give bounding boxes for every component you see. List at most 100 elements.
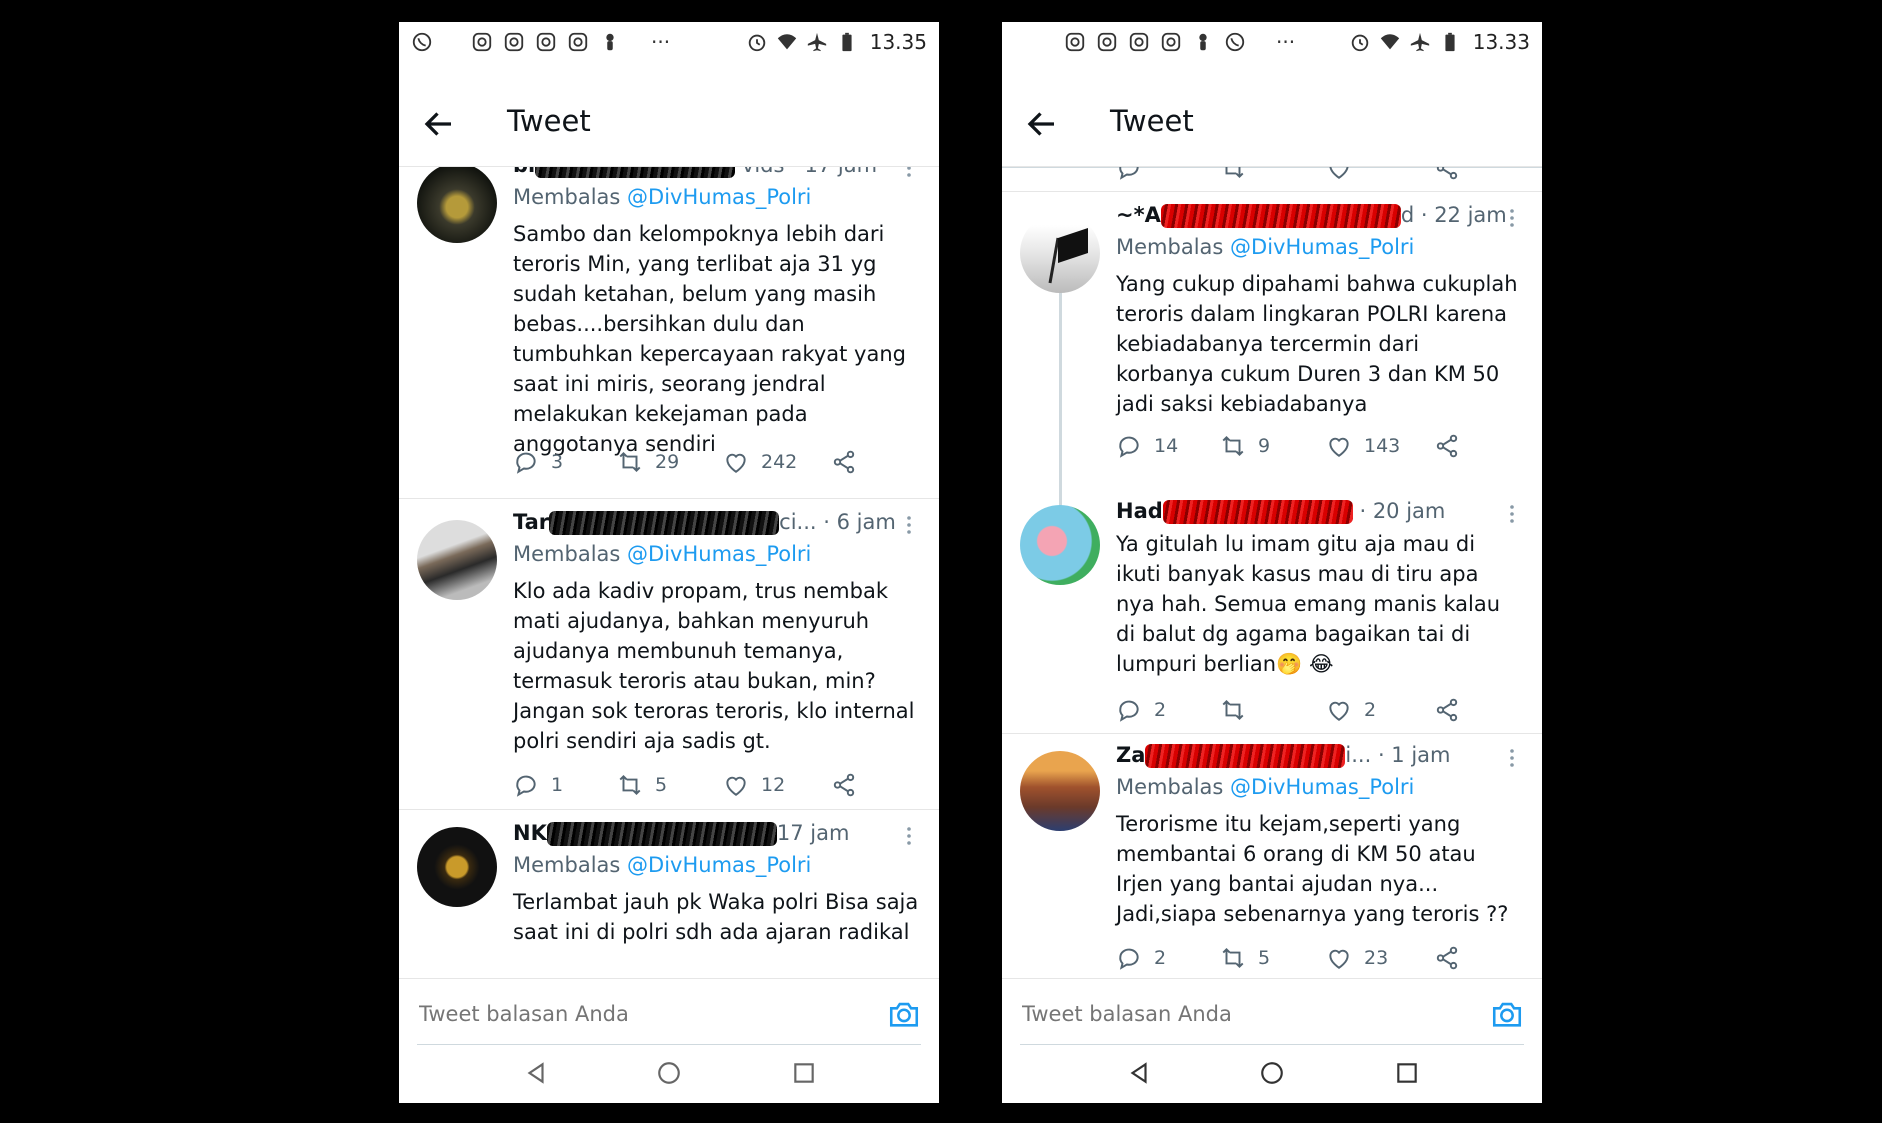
share-button[interactable] [831, 770, 857, 800]
more-options-icon[interactable] [899, 821, 919, 851]
avatar[interactable] [417, 520, 497, 600]
like-button[interactable] [1326, 167, 1352, 183]
redaction-mark [546, 822, 777, 846]
camera-icon[interactable] [1490, 997, 1524, 1031]
instagram-icon [1097, 32, 1117, 52]
nav-back-icon[interactable] [1126, 1060, 1152, 1086]
phone-screen-left: ··· 13.35 Tweet bi vids · 17 jam Membala… [399, 22, 939, 1103]
reply-button[interactable]: 2 [1116, 695, 1166, 725]
avatar[interactable] [417, 167, 497, 243]
share-button[interactable] [1434, 695, 1460, 725]
reply-prefix: Membalas [513, 853, 621, 877]
tweet-text: Sambo dan kelompoknya lebih dari teroris… [513, 222, 906, 456]
tweet-meta: d · 22 jam [1400, 203, 1507, 227]
like-count: 143 [1364, 435, 1401, 457]
more-options-icon[interactable] [1502, 499, 1522, 529]
like-button[interactable]: 12 [723, 770, 785, 800]
notification-icon [606, 33, 614, 51]
mention-link[interactable]: @DivHumas_Polri [627, 853, 811, 877]
display-name[interactable]: NK [513, 821, 547, 845]
like-button[interactable]: 242 [723, 447, 797, 477]
reply-button[interactable]: 2 [1116, 943, 1166, 973]
display-name[interactable]: bi [513, 167, 535, 177]
display-name[interactable]: ~*A [1116, 203, 1161, 227]
more-notifications-icon: ··· [1276, 30, 1296, 54]
redaction-mark [1160, 204, 1401, 228]
reply-input[interactable] [1020, 1001, 1404, 1027]
retweet-button[interactable] [1220, 167, 1246, 183]
reply-button[interactable]: 3 [513, 447, 563, 477]
list-item[interactable]: Tar ci... · 6 jam Membalas @DivHumas_Polr… [399, 498, 939, 819]
avatar[interactable] [1020, 213, 1100, 293]
page-title: Tweet [507, 104, 591, 138]
whatsapp-icon [1225, 32, 1245, 52]
avatar[interactable] [417, 827, 497, 907]
reply-icon [1119, 167, 1139, 180]
mention-link[interactable]: @DivHumas_Polri [627, 185, 811, 209]
list-item[interactable]: NK 17 jam Membalas @DivHumas_Polri Terlam… [399, 809, 939, 978]
tweet-text: Ya gitulah lu imam gitu aja mau di ikuti… [1116, 532, 1500, 676]
share-button[interactable] [1434, 943, 1460, 973]
more-options-icon[interactable] [1502, 743, 1522, 773]
mention-link[interactable]: @DivHumas_Polri [1230, 235, 1414, 259]
reply-input[interactable] [417, 1001, 801, 1027]
instagram-icon [1129, 32, 1149, 52]
back-arrow-icon[interactable] [421, 106, 457, 142]
tweet-meta: · 20 jam [1359, 499, 1446, 523]
share-button[interactable] [831, 447, 857, 477]
reply-prefix: Membalas [1116, 235, 1224, 259]
reply-count: 1 [551, 774, 564, 796]
reply-icon [1119, 948, 1139, 970]
nav-recents-icon[interactable] [1394, 1060, 1420, 1086]
share-button[interactable] [1434, 167, 1460, 183]
nav-home-icon[interactable] [1259, 1060, 1285, 1086]
mention-link[interactable]: @DivHumas_Polri [627, 542, 811, 566]
like-button[interactable]: 143 [1326, 431, 1400, 461]
status-bar: ··· 13.33 [1002, 22, 1542, 62]
reply-button[interactable]: 14 [1116, 431, 1178, 461]
retweet-button[interactable]: 5 [1220, 943, 1270, 973]
reply-feed[interactable]: bi vids · 17 jam Membalas @DivHumas_Polr… [399, 167, 939, 978]
more-options-icon[interactable] [899, 167, 919, 183]
redaction-mark [535, 167, 736, 178]
redaction-mark [1145, 744, 1346, 768]
reply-icon [1119, 436, 1139, 458]
like-button[interactable]: 2 [1326, 695, 1376, 725]
list-item[interactable]: bi vids · 17 jam Membalas @DivHumas_Polr… [399, 167, 939, 491]
instagram-icon [1161, 32, 1181, 52]
mention-link[interactable]: @DivHumas_Polri [1230, 775, 1414, 799]
display-name[interactable]: Tar [513, 510, 549, 534]
list-item[interactable]: ~*A d · 22 jam Membalas @DivHumas_Polri Y… [1002, 191, 1542, 501]
android-nav-bar [1002, 1048, 1542, 1103]
avatar[interactable] [1020, 751, 1100, 831]
previous-tweet-actions [1116, 167, 1502, 183]
like-button[interactable]: 23 [1326, 943, 1388, 973]
heart-icon [1329, 167, 1349, 179]
retweet-button[interactable]: 5 [617, 770, 667, 800]
nav-back-icon[interactable] [523, 1060, 549, 1086]
reply-count: 14 [1154, 435, 1179, 457]
list-item[interactable]: Had · 20 jam Ya gitulah lu imam gitu aja… [1002, 487, 1542, 747]
camera-icon[interactable] [887, 997, 921, 1031]
redaction-mark [549, 511, 780, 535]
nav-recents-icon[interactable] [791, 1060, 817, 1086]
reply-feed[interactable]: ~*A d · 22 jam Membalas @DivHumas_Polri Y… [1002, 167, 1542, 978]
display-name[interactable]: Za [1116, 743, 1145, 767]
airplane-icon [807, 32, 826, 52]
list-item[interactable]: Za i... · 1 jam Membalas @DivHumas_Polri … [1002, 733, 1542, 978]
display-name[interactable]: Had [1116, 499, 1163, 523]
back-arrow-icon[interactable] [1024, 106, 1060, 142]
reply-button[interactable]: 1 [513, 770, 563, 800]
heart-icon [726, 453, 746, 473]
retweet-button[interactable] [1220, 695, 1258, 725]
share-button[interactable] [1434, 431, 1460, 461]
nav-home-icon[interactable] [656, 1060, 682, 1086]
retweet-button[interactable]: 9 [1220, 431, 1270, 461]
retweet-button[interactable]: 29 [617, 447, 679, 477]
reply-button[interactable] [1116, 167, 1142, 183]
reply-composer [399, 978, 939, 1049]
avatar[interactable] [1020, 505, 1100, 585]
instagram-icon [568, 32, 588, 52]
more-options-icon[interactable] [899, 510, 919, 540]
more-options-icon[interactable] [1502, 203, 1522, 233]
